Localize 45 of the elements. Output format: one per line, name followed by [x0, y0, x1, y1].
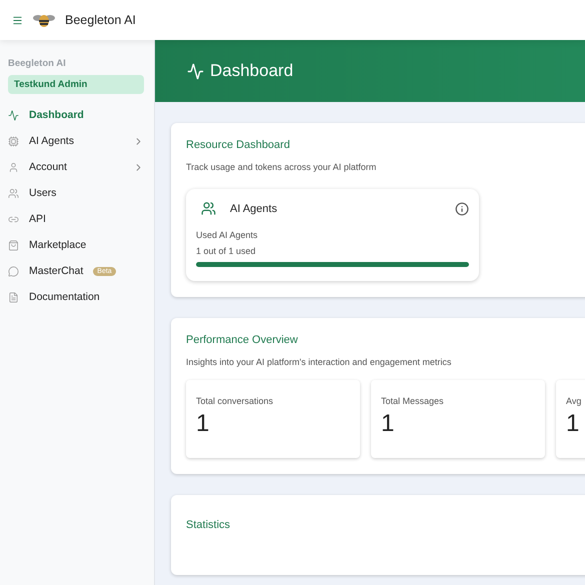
menu-icon[interactable]	[12, 14, 23, 26]
users-icon	[201, 201, 216, 216]
org-name: Beegleton AI	[8, 58, 67, 69]
metric-value: 1	[566, 410, 580, 438]
metric-value: 1	[381, 410, 396, 438]
section-title: Resource Dashboard	[186, 139, 291, 151]
metric-label: Avg	[566, 396, 582, 406]
activity-icon	[187, 62, 204, 80]
usage-text: 1 out of 1 used	[196, 246, 257, 256]
nav-item[interactable]: AI Agents	[8, 128, 144, 154]
nav-item[interactable]: API	[8, 206, 144, 232]
nav-label: Dashboard	[29, 109, 84, 121]
usage-title: AI Agents	[230, 202, 278, 214]
user-icon	[8, 162, 19, 172]
account-label: Testkund Admin	[8, 75, 144, 94]
nav-label: API	[29, 213, 46, 225]
section-subtitle: Insights into your AI platform's interaction and engagement metrics	[186, 357, 452, 367]
metric-label: Total Messages	[381, 396, 445, 406]
nav-label: MasterChat	[29, 265, 84, 277]
nav-label: Users	[29, 187, 56, 199]
section-title: Performance Overview	[186, 334, 299, 346]
info-icon[interactable]	[455, 202, 469, 216]
metric-value: 1	[196, 410, 210, 438]
page-title: Dashboard	[210, 61, 294, 81]
nav-label: Documentation	[29, 291, 100, 303]
nav-label: AI Agents	[29, 135, 74, 147]
nav-item[interactable]: Marketplace	[8, 232, 144, 258]
chip-icon	[8, 136, 19, 146]
nav-item[interactable]: Dashboard	[8, 102, 144, 128]
nav-label: Marketplace	[29, 239, 86, 251]
nav-item[interactable]: Documentation	[8, 284, 144, 310]
section-title: Statistics	[186, 519, 232, 531]
bee-logo-icon	[33, 12, 55, 28]
section-subtitle: Track usage and tokens across your AI platform	[186, 162, 378, 172]
nav-label: Account	[29, 161, 67, 173]
document-icon	[8, 292, 19, 302]
app-name: Beegleton AI	[65, 13, 136, 27]
nav-item[interactable]: Users	[8, 180, 144, 206]
activity-icon	[8, 110, 19, 120]
users-icon	[8, 188, 19, 198]
usage-label: Used AI Agents	[196, 230, 259, 240]
nav-item[interactable]: Account	[8, 154, 144, 180]
bag-icon	[8, 240, 19, 250]
chat-icon	[8, 266, 19, 276]
metric-label: Total conversations	[196, 396, 274, 406]
